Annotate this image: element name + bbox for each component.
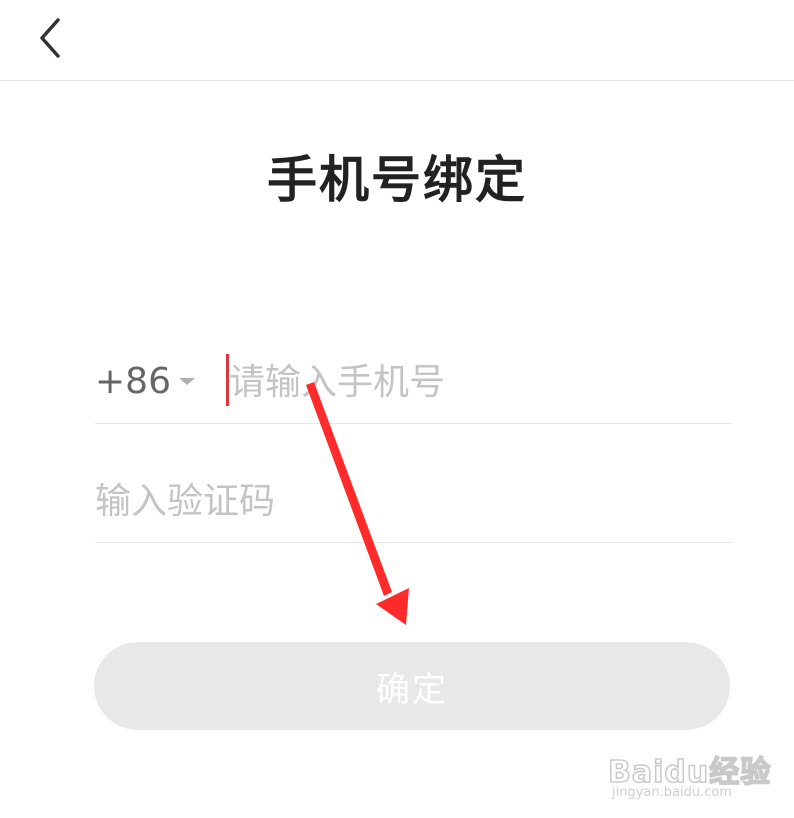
text-cursor xyxy=(226,354,229,406)
page-title: 手机号绑定 xyxy=(267,151,527,209)
chevron-left-icon xyxy=(40,18,60,58)
top-nav-bar xyxy=(0,0,794,81)
country-code-selector[interactable]: +86 xyxy=(95,359,195,403)
verification-code-row xyxy=(95,461,731,543)
watermark-url: jingyan.baidu.com xyxy=(612,785,732,800)
phone-input[interactable] xyxy=(225,354,729,410)
baidu-watermark: Baidu经验 jingyan.baidu.com xyxy=(600,735,780,805)
phone-row: +86 xyxy=(95,342,731,424)
country-code-label: +86 xyxy=(95,360,171,402)
caret-down-icon xyxy=(178,377,195,385)
watermark-logo: Baidu经验 xyxy=(607,754,772,791)
arrow-head xyxy=(376,588,409,625)
back-button[interactable] xyxy=(30,12,74,64)
confirm-button[interactable]: 确定 xyxy=(94,642,730,730)
verification-code-input[interactable] xyxy=(95,473,725,529)
